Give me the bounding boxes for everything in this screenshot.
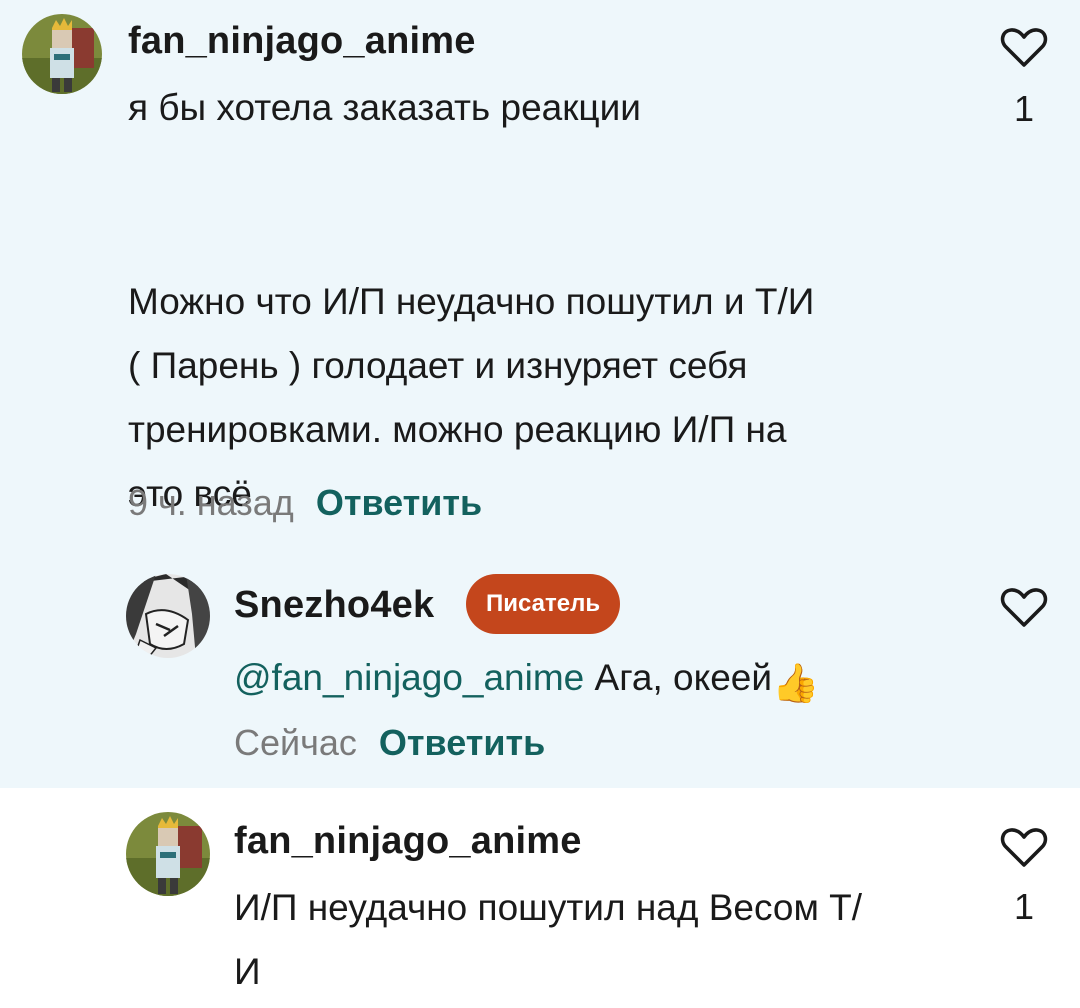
comment-line: ( Парень ) голодает и изнуряет себя <box>128 345 748 386</box>
avatar[interactable] <box>22 14 102 94</box>
heart-outline-icon[interactable] <box>1000 826 1048 868</box>
comment-line: И/П неудачно пошутил над Весом Т/ <box>234 887 863 928</box>
comment-line <box>128 140 948 204</box>
reply-button[interactable]: Ответить <box>316 482 482 523</box>
comment-text: я бы хотела заказать реакции Можно что И… <box>128 76 948 526</box>
comment-meta: Сейчас Ответить <box>234 722 545 764</box>
comment-text: @fan_ninjago_anime Ага, океей👍 <box>234 646 994 710</box>
avatar[interactable] <box>126 812 210 896</box>
comment-meta: 9 ч. назад Ответить <box>128 482 482 524</box>
avatar[interactable] <box>126 574 210 658</box>
like-count: 1 <box>1013 88 1035 129</box>
timestamp: Сейчас <box>234 722 357 763</box>
comment-line: И <box>234 951 261 992</box>
thumbs-up-emoji: 👍 <box>772 663 820 705</box>
heart-outline-icon[interactable] <box>1000 26 1048 68</box>
timestamp: 9 ч. назад <box>128 482 294 523</box>
reply-button[interactable]: Ответить <box>379 722 545 763</box>
comment-text-content: Ага, океей <box>584 657 773 698</box>
username[interactable]: fan_ninjago_anime <box>128 20 476 63</box>
heart-outline-icon[interactable] <box>1000 586 1048 628</box>
writer-badge: Писатель <box>466 574 621 634</box>
username[interactable]: fan_ninjago_anime <box>234 820 582 863</box>
like-count: 1 <box>1013 886 1035 927</box>
comment-line: я бы хотела заказать реакции <box>128 87 641 128</box>
comment-line: тренировками. можно реакцию И/П на <box>128 409 787 450</box>
comment-text: И/П неудачно пошутил над Весом Т/ И <box>234 876 954 1004</box>
comment-line: Можно что И/П неудачно пошутил и Т/И <box>128 281 815 322</box>
user-mention[interactable]: @fan_ninjago_anime <box>234 657 584 698</box>
username[interactable]: Snezho4ek <box>234 584 434 627</box>
